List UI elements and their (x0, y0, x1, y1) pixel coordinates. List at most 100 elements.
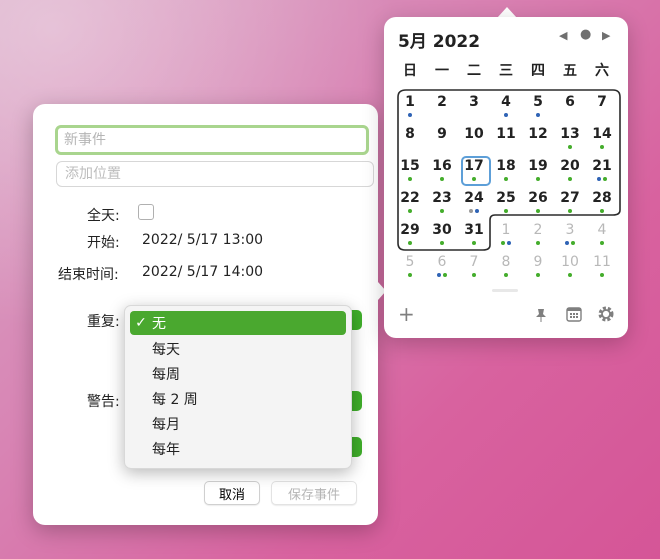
repeat-option-monthly[interactable]: 每月 (130, 412, 346, 436)
calendar-day-other-month[interactable]: 4 (588, 219, 616, 241)
event-dot (600, 273, 604, 277)
save-event-button[interactable]: 保存事件 (271, 481, 357, 505)
event-dot (600, 241, 604, 245)
calendar-day[interactable]: 13 (556, 123, 584, 145)
calendar-day[interactable]: 1 (396, 91, 424, 113)
repeat-option-daily[interactable]: 每天 (130, 337, 346, 361)
cancel-button[interactable]: 取消 (204, 481, 260, 505)
event-dot (507, 241, 511, 245)
event-dot (440, 241, 444, 245)
calendar-day-other-month[interactable]: 10 (556, 251, 584, 273)
repeat-option-none[interactable]: ✓ 无 (130, 311, 346, 335)
event-dot (600, 145, 604, 149)
calendar-day[interactable]: 11 (492, 123, 520, 145)
event-dot (408, 113, 412, 117)
calendar-day[interactable]: 4 (492, 91, 520, 113)
calendar-day[interactable]: 2 (428, 91, 456, 113)
event-dot (440, 209, 444, 213)
event-dot (472, 177, 476, 181)
event-dot (469, 209, 473, 213)
calendar-icon[interactable] (566, 306, 582, 326)
calendar-day[interactable]: 23 (428, 187, 456, 209)
calendar-day[interactable]: 5 (524, 91, 552, 113)
calendar-day-other-month[interactable]: 2 (524, 219, 552, 241)
event-dot (504, 209, 508, 213)
alert-label: 警告: (87, 394, 120, 410)
calendar-day[interactable]: 25 (492, 187, 520, 209)
calendar-day[interactable]: 21 (588, 155, 616, 177)
event-dot (597, 177, 601, 181)
event-dot (571, 241, 575, 245)
calendar-day[interactable]: 26 (524, 187, 552, 209)
calendar-day[interactable]: 7 (588, 91, 616, 113)
event-dot (472, 241, 476, 245)
event-dot (472, 273, 476, 277)
event-dot (408, 241, 412, 245)
event-dot (443, 273, 447, 277)
event-dot (536, 177, 540, 181)
start-label: 开始: (87, 235, 120, 251)
event-dot (504, 273, 508, 277)
event-dot (536, 209, 540, 213)
calendar-day[interactable]: 27 (556, 187, 584, 209)
repeat-option-yearly[interactable]: 每年 (130, 437, 346, 461)
event-dot (565, 241, 569, 245)
event-title-input[interactable] (55, 125, 369, 155)
calendar-day[interactable]: 29 (396, 219, 424, 241)
event-dot (568, 145, 572, 149)
calendar-day-other-month[interactable]: 9 (524, 251, 552, 273)
calendar-day[interactable]: 17 (460, 155, 488, 177)
calendar-day[interactable]: 28 (588, 187, 616, 209)
calendar-day-other-month[interactable]: 7 (460, 251, 488, 273)
event-location-input[interactable] (56, 161, 374, 187)
calendar-day[interactable]: 22 (396, 187, 424, 209)
calendar-day-other-month[interactable]: 5 (396, 251, 424, 273)
calendar-day[interactable]: 24 (460, 187, 488, 209)
calendar-day[interactable]: 18 (492, 155, 520, 177)
event-dot (504, 177, 508, 181)
repeat-option-label: 每 2 周 (152, 392, 198, 408)
gear-icon[interactable] (597, 305, 615, 327)
resize-grip[interactable] (492, 289, 518, 292)
calendar-day[interactable]: 9 (428, 123, 456, 145)
calendar-day-other-month[interactable]: 8 (492, 251, 520, 273)
event-dot (603, 177, 607, 181)
calendar-day[interactable]: 6 (556, 91, 584, 113)
event-dot (475, 209, 479, 213)
calendar-day-other-month[interactable]: 11 (588, 251, 616, 273)
calendar-day[interactable]: 3 (460, 91, 488, 113)
repeat-option-label: 每月 (152, 417, 180, 433)
calendar-day[interactable]: 16 (428, 155, 456, 177)
repeat-option-biweekly[interactable]: 每 2 周 (130, 387, 346, 411)
event-dot (536, 273, 540, 277)
calendar-day[interactable]: 31 (460, 219, 488, 241)
event-dot (408, 209, 412, 213)
calendar-day[interactable]: 10 (460, 123, 488, 145)
event-dot (440, 177, 444, 181)
calendar-day[interactable]: 30 (428, 219, 456, 241)
event-dot (568, 273, 572, 277)
plus-icon[interactable]: + (398, 302, 415, 326)
calendar-day[interactable]: 8 (396, 123, 424, 145)
calendar-day[interactable]: 19 (524, 155, 552, 177)
event-dot (536, 113, 540, 117)
calendar-day[interactable]: 15 (396, 155, 424, 177)
event-dot (504, 113, 508, 117)
start-datetime[interactable]: 2022/ 5/17 13:00 (142, 232, 263, 248)
calendar-day[interactable]: 14 (588, 123, 616, 145)
calendar-day-other-month[interactable]: 6 (428, 251, 456, 273)
end-label: 结束时间: (58, 267, 119, 283)
mini-calendar-popover: 5月 2022 ◀ ● ▶ 日一二三四五六 1 2 3 4 5 6 7 8 9 10 11 12 13 1… (384, 17, 628, 338)
checkmark-icon: ✓ (135, 315, 147, 331)
repeat-option-label: 每年 (152, 442, 180, 458)
calendar-day-other-month[interactable]: 1 (492, 219, 520, 241)
calendar-day[interactable]: 20 (556, 155, 584, 177)
calendar-day[interactable]: 12 (524, 123, 552, 145)
repeat-option-label: 每天 (152, 342, 180, 358)
end-datetime[interactable]: 2022/ 5/17 14:00 (142, 264, 263, 280)
repeat-dropdown-menu: ✓ 无 每天 每周 每 2 周 每月 每年 (124, 305, 352, 469)
pin-icon[interactable] (535, 307, 547, 326)
repeat-option-weekly[interactable]: 每周 (130, 362, 346, 386)
allday-checkbox[interactable] (138, 204, 154, 220)
calendar-day-other-month[interactable]: 3 (556, 219, 584, 241)
